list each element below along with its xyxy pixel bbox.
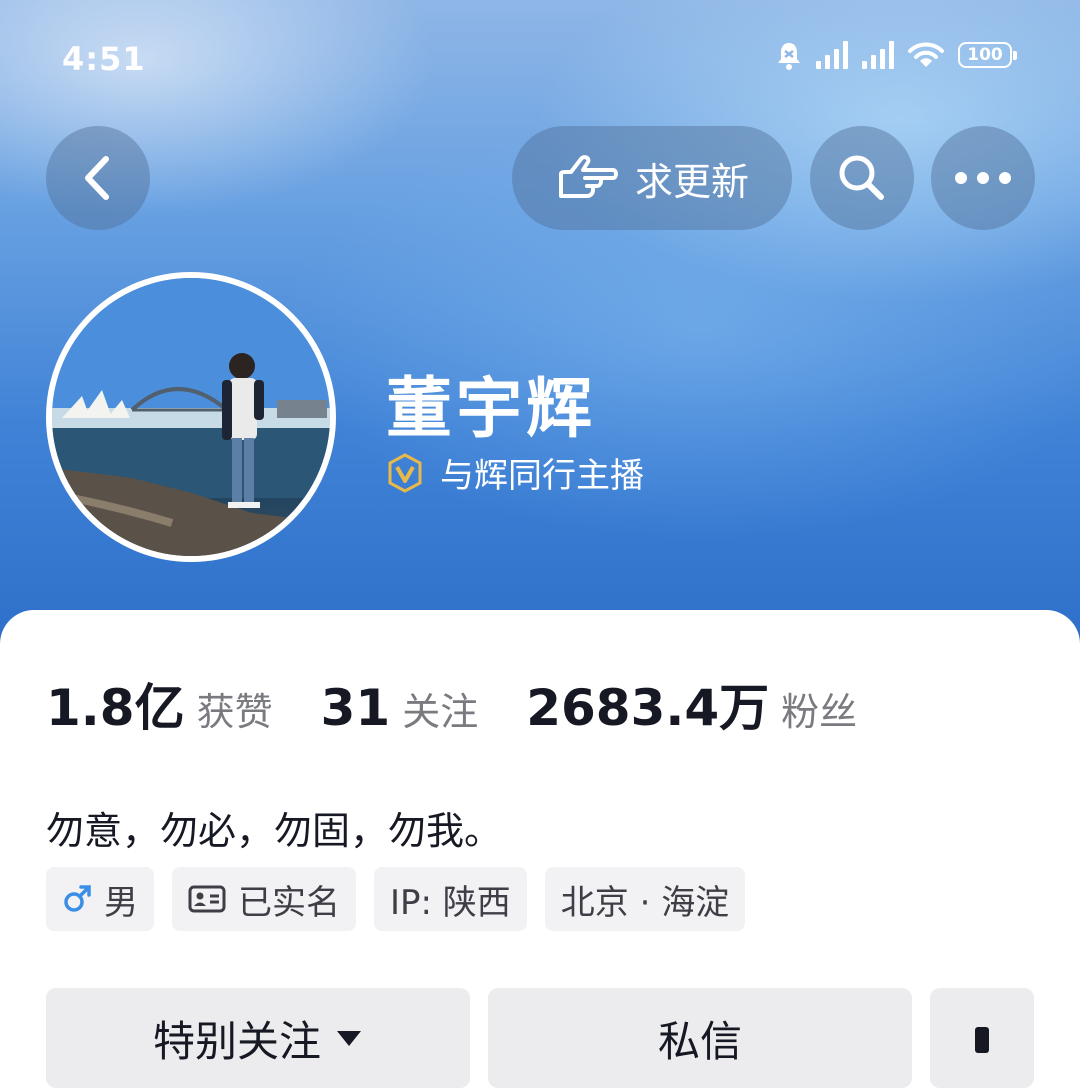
avatar[interactable] (46, 272, 336, 562)
search-button[interactable] (810, 126, 914, 230)
followers-count[interactable]: 2683.4万 (526, 668, 769, 740)
ip-tag: IP: 陕西 (374, 867, 527, 931)
caret-down-icon (337, 1031, 361, 1046)
signal-icon (816, 41, 848, 69)
request-update-label: 求更新 (634, 159, 749, 204)
search-icon (839, 155, 884, 200)
back-button[interactable] (46, 126, 150, 230)
avatar-photo (52, 278, 330, 556)
signal-2-icon (862, 41, 894, 69)
following-count[interactable]: 31 (321, 679, 391, 737)
request-update-button[interactable]: 求更新 (512, 126, 792, 230)
gender-label: 男 (104, 882, 138, 923)
special-follow-label: 特别关注 (152, 1016, 321, 1066)
more-actions-icon (975, 1027, 989, 1053)
verification-row: 与辉同行主播 (384, 448, 644, 497)
tag-row: 男 已实名 IP: 陕西 北京 · 海淀 (46, 867, 746, 931)
location-label: 北京 · 海淀 (560, 882, 730, 923)
realname-tag: 已实名 (172, 867, 356, 931)
likes-label: 获赞 (196, 690, 273, 734)
verification-label: 与辉同行主播 (440, 456, 644, 496)
chevron-left-icon (85, 156, 109, 200)
location-tag: 北京 · 海淀 (544, 867, 746, 931)
more-button[interactable] (931, 126, 1035, 230)
realname-label: 已实名 (238, 882, 340, 923)
male-icon (64, 885, 91, 912)
followers-label: 粉丝 (781, 690, 858, 734)
message-label: 私信 (657, 1016, 742, 1066)
ip-label: IP: 陕西 (390, 882, 511, 923)
pointing-hand-icon (558, 155, 618, 198)
gender-tag: 男 (46, 867, 154, 931)
verified-badge-icon (388, 452, 422, 493)
bell-muted-icon (778, 43, 800, 70)
likes-count[interactable]: 1.8亿 (46, 668, 185, 740)
special-follow-button[interactable]: 特别关注 (46, 988, 470, 1088)
more-actions-button[interactable] (930, 988, 1034, 1088)
id-card-icon (188, 885, 226, 913)
wifi-icon (908, 42, 944, 67)
status-icons: 100 (776, 40, 1017, 70)
message-button[interactable]: 私信 (488, 988, 912, 1088)
status-time: 4:51 (62, 40, 146, 78)
profile-name: 董宇辉 (386, 370, 596, 447)
following-label: 关注 (402, 690, 479, 734)
battery-icon: 100 (958, 42, 1017, 68)
more-dots-icon (955, 172, 1011, 184)
bio-text: 勿意，勿必，勿固，勿我。 (46, 809, 503, 853)
stats-row: 1.8亿 获赞 31 关注 2683.4万 粉丝 (46, 668, 905, 740)
